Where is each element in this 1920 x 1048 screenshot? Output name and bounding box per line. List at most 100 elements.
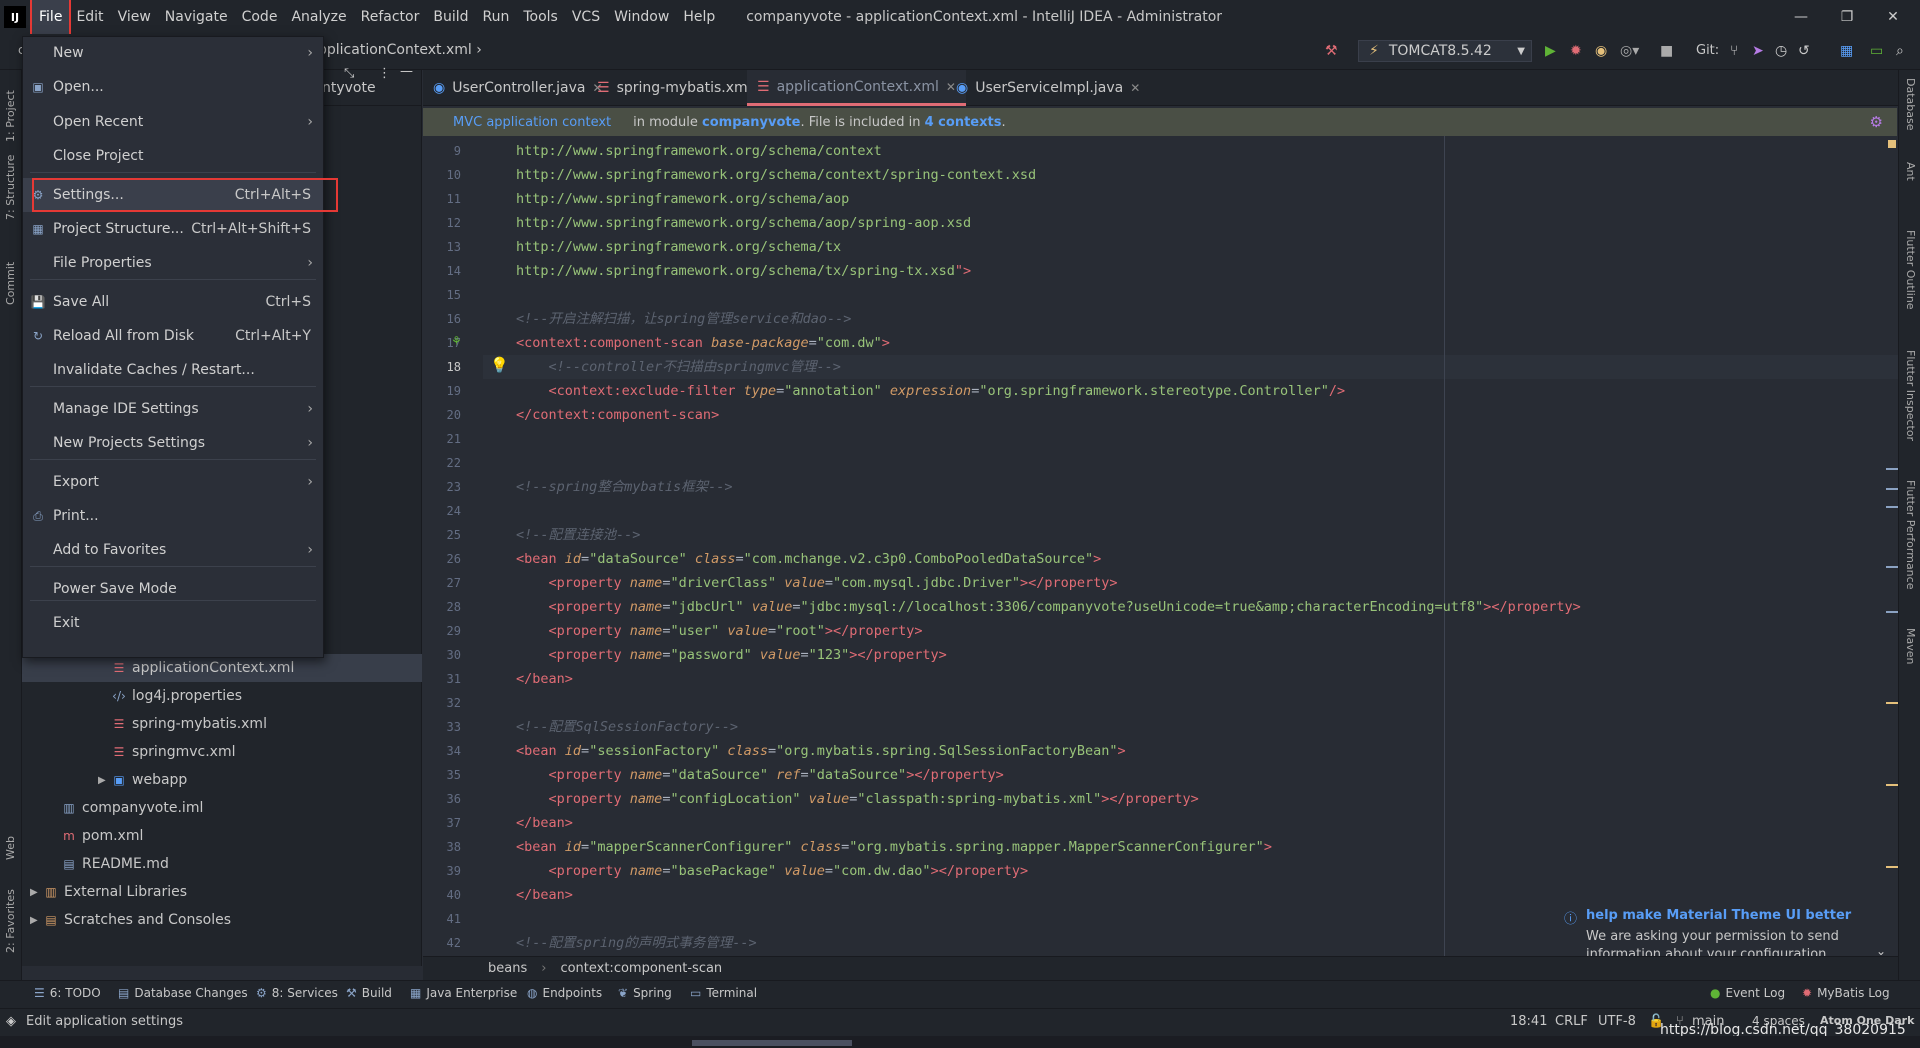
structure-tool-button[interactable]: 7: Structure bbox=[4, 155, 17, 220]
menu-build[interactable]: Build bbox=[426, 0, 475, 34]
caret-position[interactable]: 18:41 bbox=[1510, 1014, 1547, 1029]
menu-item-file-properties[interactable]: File Properties › bbox=[23, 246, 323, 280]
debug-icon[interactable]: ✹ bbox=[1570, 42, 1582, 60]
tool-window-event-log[interactable]: ● Event Log bbox=[1710, 986, 1785, 1000]
spring-bean-gutter-icon[interactable]: ⚘ bbox=[451, 334, 462, 348]
hide-panel-icon[interactable]: — bbox=[400, 64, 413, 79]
expand-arrow-icon[interactable]: ▶ bbox=[98, 775, 112, 786]
git-history-icon[interactable]: ◷ bbox=[1775, 42, 1787, 60]
tool-window-mybatis-log[interactable]: ✹ MyBatis Log bbox=[1802, 986, 1890, 1000]
mvc-context-link[interactable]: MVC application context bbox=[453, 115, 611, 130]
menu-item-save-all[interactable]: 💾 Save All Ctrl+S bbox=[23, 285, 323, 319]
maximize-button[interactable]: ❐ bbox=[1824, 0, 1870, 34]
menu-item-open[interactable]: ▣ Open... bbox=[23, 70, 323, 104]
horizontal-scrollbar[interactable] bbox=[0, 1036, 1920, 1048]
run-configuration-select[interactable]: ⚡ TOMCAT8.5.42 ▼ bbox=[1358, 40, 1532, 62]
git-push-icon[interactable]: ➤ bbox=[1752, 42, 1764, 60]
module-link[interactable]: companyvote bbox=[702, 115, 800, 130]
notification-title[interactable]: help make Material Theme UI better bbox=[1586, 908, 1851, 923]
build-hammer-icon[interactable]: ⚒ bbox=[1325, 42, 1338, 60]
tool-window-database-changes[interactable]: ▤ Database Changes bbox=[118, 986, 248, 1000]
menu-item-invalidate-caches-restart[interactable]: Invalidate Caches / Restart... bbox=[23, 353, 323, 387]
intention-bulb-icon[interactable]: 💡 bbox=[490, 356, 509, 374]
ant-tool-button[interactable]: Ant bbox=[1904, 162, 1917, 181]
menu-item-new-projects-settings[interactable]: New Projects Settings › bbox=[23, 426, 323, 460]
contexts-link[interactable]: 4 contexts bbox=[925, 115, 1002, 130]
collapse-all-icon[interactable]: ⤡ bbox=[344, 66, 354, 81]
stop-icon[interactable]: ■ bbox=[1660, 42, 1673, 60]
menu-tools[interactable]: Tools bbox=[516, 0, 565, 34]
coverage-icon[interactable]: ◉ bbox=[1595, 42, 1607, 60]
tree-item[interactable]: ▤ README.md bbox=[22, 850, 422, 878]
tool-window-terminal[interactable]: ▭ Terminal bbox=[690, 986, 757, 1000]
tree-item[interactable]: ☰ applicationContext.xml bbox=[22, 654, 422, 682]
file-encoding[interactable]: UTF-8 bbox=[1598, 1014, 1636, 1029]
menu-item-project-structure[interactable]: ▦ Project Structure... Ctrl+Alt+Shift+S bbox=[23, 212, 323, 246]
flutter-outline-tool-button[interactable]: Flutter Outline bbox=[1904, 230, 1917, 310]
inspection-status-icon[interactable] bbox=[1888, 140, 1896, 148]
banner-settings-gear-icon[interactable]: ⚙ bbox=[1870, 113, 1883, 131]
profile-icon[interactable]: ◎▾ bbox=[1620, 42, 1639, 60]
close-window-button[interactable]: ✕ bbox=[1870, 0, 1916, 34]
minimize-button[interactable]: — bbox=[1778, 0, 1824, 34]
tool-window-java-enterprise[interactable]: ▦ Java Enterprise bbox=[410, 986, 517, 1000]
intellij-logo-icon[interactable]: IJ bbox=[4, 6, 26, 28]
menu-help[interactable]: Help bbox=[676, 0, 722, 34]
menu-navigate[interactable]: Navigate bbox=[158, 0, 235, 34]
editor-scroll-markers[interactable] bbox=[1886, 136, 1898, 956]
close-tab-icon[interactable]: ✕ bbox=[1130, 81, 1140, 95]
tool-window-build[interactable]: ⚒ Build bbox=[346, 986, 392, 1000]
git-branch-icon[interactable]: ⑂ bbox=[1730, 42, 1738, 60]
expand-arrow-icon[interactable]: ▶ bbox=[30, 915, 44, 926]
tree-item[interactable]: ☰ springmvc.xml bbox=[22, 738, 422, 766]
tree-item[interactable]: ▶ ▤ Scratches and Consoles bbox=[22, 906, 422, 934]
tool-window-spring[interactable]: ❦ Spring bbox=[618, 986, 672, 1000]
menu-item-new[interactable]: New › bbox=[23, 36, 323, 70]
menu-analyze[interactable]: Analyze bbox=[284, 0, 353, 34]
commit-tool-button[interactable]: Commit bbox=[4, 262, 17, 305]
database-tool-button[interactable]: Database bbox=[1904, 78, 1917, 131]
panel-options-icon[interactable]: ⋮ bbox=[378, 66, 391, 81]
horizontal-scroll-thumb[interactable] bbox=[692, 1040, 852, 1046]
menu-item-open-recent[interactable]: Open Recent › bbox=[23, 105, 323, 139]
tool-window-6-todo[interactable]: ☰ 6: TODO bbox=[34, 986, 101, 1000]
terminal-toolbar-icon[interactable]: ▭ bbox=[1870, 42, 1883, 60]
run-icon[interactable]: ▶ bbox=[1545, 42, 1556, 60]
menu-code[interactable]: Code bbox=[235, 0, 285, 34]
tab-usercontroller-java[interactable]: ◉ UserController.java ✕ bbox=[423, 70, 613, 106]
project-tool-button[interactable]: 1: Project bbox=[4, 90, 17, 142]
tool-window-endpoints[interactable]: ◍ Endpoints bbox=[527, 986, 602, 1000]
tool-window-8-services[interactable]: ⚙ 8: Services bbox=[256, 986, 338, 1000]
tab-applicationcontext-xml[interactable]: ☰ applicationContext.xml ✕ bbox=[747, 70, 966, 106]
menu-edit[interactable]: Edit bbox=[69, 0, 110, 34]
favorites-tool-button[interactable]: 2: Favorites bbox=[4, 889, 17, 953]
menu-vcs[interactable]: VCS bbox=[565, 0, 607, 34]
tree-item[interactable]: m pom.xml bbox=[22, 822, 422, 850]
menu-refactor[interactable]: Refactor bbox=[354, 0, 427, 34]
web-tool-button[interactable]: Web bbox=[4, 836, 17, 860]
project-structure-icon[interactable]: ▦ bbox=[1840, 42, 1853, 60]
file-breadcrumb[interactable]: pplicationContext.xml › bbox=[318, 42, 482, 58]
flutter-inspector-tool-button[interactable]: Flutter Inspector bbox=[1904, 350, 1917, 441]
git-rollback-icon[interactable]: ↺ bbox=[1798, 42, 1810, 60]
menu-window[interactable]: Window bbox=[607, 0, 676, 34]
menu-view[interactable]: View bbox=[111, 0, 158, 34]
menu-file[interactable]: File bbox=[29, 0, 72, 36]
tab-userserviceimpl-java[interactable]: ◉ UserServiceImpl.java ✕ bbox=[946, 70, 1150, 106]
line-separator[interactable]: CRLF bbox=[1555, 1014, 1588, 1029]
flutter-performance-tool-button[interactable]: Flutter Performance bbox=[1904, 480, 1917, 589]
breadcrumb-beans[interactable]: beans bbox=[488, 961, 527, 976]
tree-item[interactable]: ▶ ▣ webapp bbox=[22, 766, 422, 794]
tree-item[interactable]: ☰ spring-mybatis.xml bbox=[22, 710, 422, 738]
menu-item-close-project[interactable]: Close Project bbox=[23, 139, 323, 173]
menu-item-reload-all-from-disk[interactable]: ↻ Reload All from Disk Ctrl+Alt+Y bbox=[23, 319, 323, 353]
search-everywhere-icon[interactable]: ⌕ bbox=[1896, 42, 1904, 60]
tree-item[interactable]: ▥ companyvote.iml bbox=[22, 794, 422, 822]
tree-item[interactable]: ‹/› log4j.properties bbox=[22, 682, 422, 710]
tree-item[interactable]: ▶ ▥ External Libraries bbox=[22, 878, 422, 906]
menu-item-exit[interactable]: Exit bbox=[23, 606, 323, 640]
menu-item-print[interactable]: ⎙ Print... bbox=[23, 499, 323, 533]
expand-arrow-icon[interactable]: ▶ bbox=[30, 887, 44, 898]
status-toggle-icon[interactable]: ◈ bbox=[6, 1014, 16, 1029]
menu-item-export[interactable]: Export › bbox=[23, 465, 323, 499]
